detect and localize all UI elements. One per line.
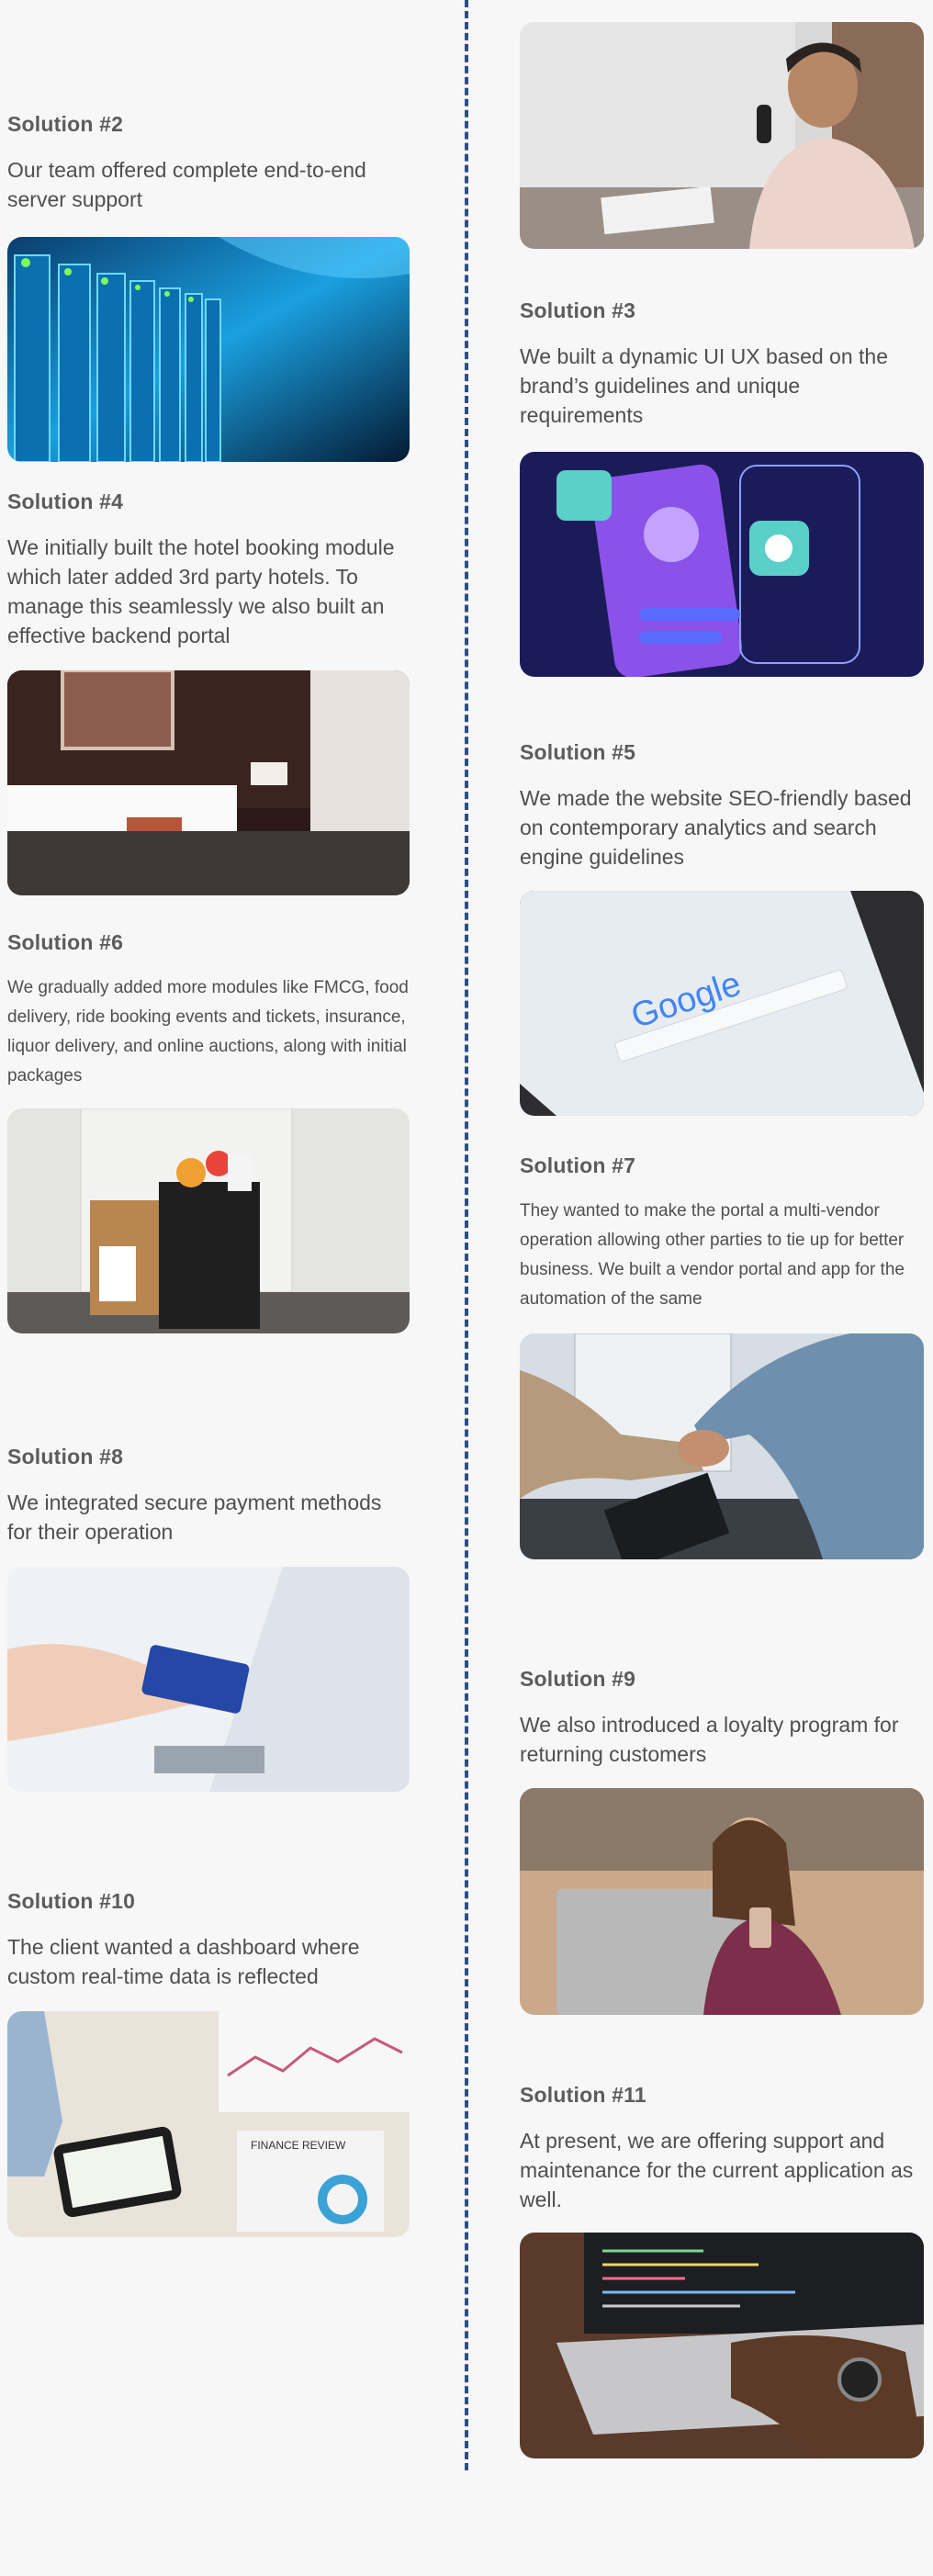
- solution-title: Solution #2: [7, 112, 124, 136]
- solution-4: Solution #4 We initially built the hotel…: [7, 489, 411, 667]
- photo-handshake: [520, 1333, 924, 1559]
- solution-description: We gradually added more modules like FMC…: [7, 978, 409, 1086]
- solution-description: We initially built the hotel booking mod…: [7, 535, 395, 647]
- photo-hotel-room: [7, 670, 410, 895]
- photo-coding-laptop: [520, 2233, 924, 2458]
- solution-title: Solution #10: [7, 1889, 136, 1913]
- photo-woman-with-laptop: [520, 1788, 924, 2015]
- solution-description: We built a dynamic UI UX based on the br…: [520, 344, 889, 427]
- photo-finance-dashboard: FINANCE REVIEW: [7, 2011, 410, 2237]
- solution-title: Solution #7: [520, 1153, 636, 1177]
- solution-title: Solution #6: [7, 930, 124, 954]
- solution-8: Solution #8 We integrated secure payment…: [7, 1445, 411, 1563]
- solution-description: Our team offered complete end-to-end ser…: [7, 158, 366, 211]
- photo-delivery-packages: [7, 1108, 410, 1333]
- solution-description: We made the website SEO-friendly based o…: [520, 786, 912, 869]
- solution-description: They wanted to make the portal a multi-v…: [520, 1201, 905, 1309]
- solution-title: Solution #9: [520, 1667, 636, 1691]
- solution-description: The client wanted a dashboard where cust…: [7, 1935, 360, 1988]
- solution-11: Solution #11 At present, we are offering…: [520, 2083, 924, 2231]
- solution-2: Solution #2 Our team offered complete en…: [7, 112, 411, 231]
- solution-title: Solution #4: [7, 489, 124, 513]
- finance-review-label: FINANCE REVIEW: [251, 2139, 346, 2152]
- solution-title: Solution #8: [7, 1445, 124, 1468]
- solution-10: Solution #10 The client wanted a dashboa…: [7, 1889, 411, 2008]
- solution-5: Solution #5 We made the website SEO-frie…: [520, 740, 924, 888]
- solution-description: We also introduced a loyalty program for…: [520, 1713, 899, 1766]
- solution-title: Solution #3: [520, 298, 636, 322]
- solution-description: We integrated secure payment methods for…: [7, 1490, 382, 1544]
- solution-7: Solution #7 They wanted to make the port…: [520, 1153, 924, 1331]
- solution-title: Solution #11: [520, 2083, 646, 2107]
- photo-google-search: Google: [520, 891, 924, 1116]
- solution-6: Solution #6 We gradually added more modu…: [7, 930, 411, 1108]
- photo-ui-ux-illustration: [520, 452, 924, 677]
- timeline-divider: [465, 0, 468, 2470]
- solution-title: Solution #5: [520, 740, 636, 764]
- photo-credit-card-payment: [7, 1567, 410, 1792]
- solution-9: Solution #9 We also introduced a loyalty…: [520, 1667, 924, 1785]
- photo-server-racks: [7, 237, 410, 462]
- photo-man-on-phone: [520, 22, 924, 249]
- solution-3: Solution #3 We built a dynamic UI UX bas…: [520, 298, 924, 446]
- solution-description: At present, we are offering support and …: [520, 2129, 914, 2211]
